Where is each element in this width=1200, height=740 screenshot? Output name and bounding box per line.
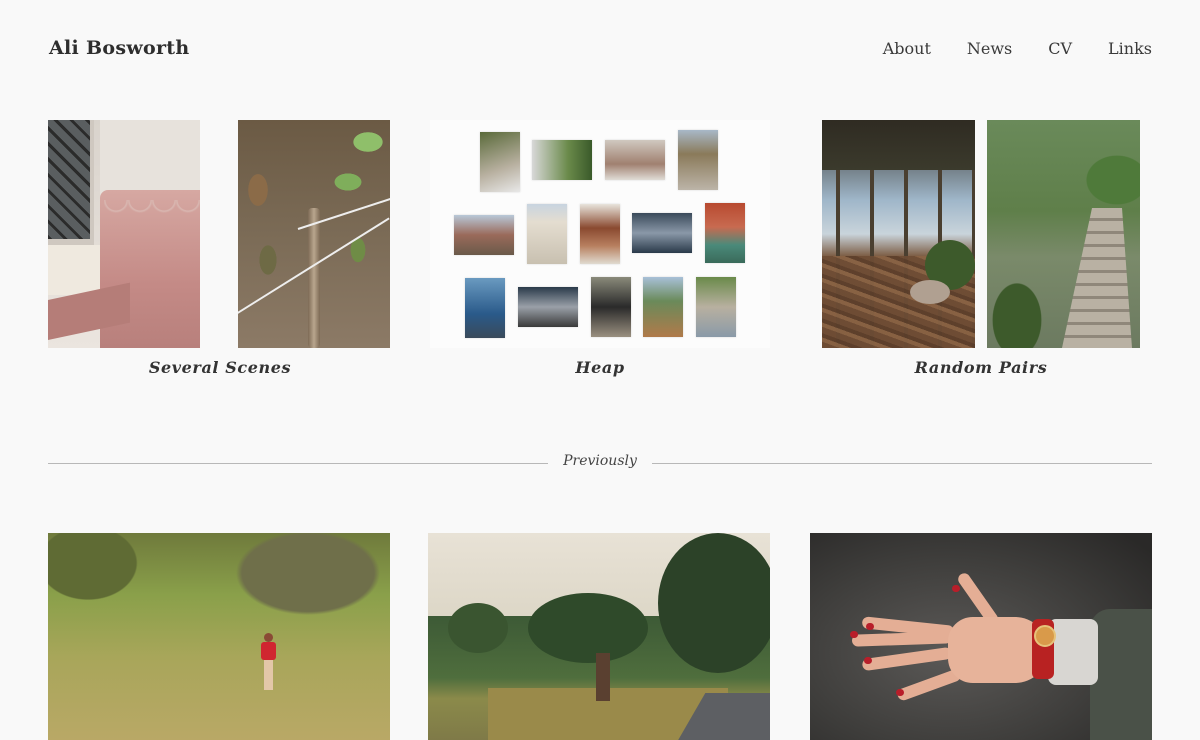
nail (866, 623, 874, 630)
heap-thumb (532, 140, 592, 180)
project-title-several-scenes[interactable]: Several Scenes (120, 358, 320, 377)
heap-thumb (480, 132, 520, 192)
heap-thumb (696, 277, 736, 337)
previous-project-photo-field[interactable] (48, 533, 390, 740)
random-pairs-photo-pines[interactable] (822, 120, 975, 348)
heap-thumb (605, 140, 665, 180)
previously-label: Previously (563, 453, 637, 469)
several-scenes-photo-plant[interactable] (238, 120, 390, 348)
tree-canopy (658, 533, 770, 673)
heap-thumb (632, 213, 692, 253)
several-scenes-photo-wall[interactable] (48, 120, 200, 348)
nav-links[interactable]: Links (1108, 39, 1152, 58)
scalloped-trim (104, 200, 200, 240)
watch-face (1034, 625, 1056, 647)
window-grille (48, 120, 94, 245)
sweater-cuff (1048, 619, 1098, 685)
previous-project-photo-hand[interactable] (810, 533, 1152, 740)
nail (864, 657, 872, 664)
heap-thumb (643, 277, 683, 337)
finger (861, 646, 953, 672)
nail (896, 689, 904, 696)
previous-project-photo-tree[interactable] (428, 533, 770, 740)
nail (952, 585, 960, 592)
divider-left (48, 463, 548, 464)
tree-trunk (596, 653, 610, 701)
heap-thumb (527, 204, 567, 264)
site-title[interactable]: Ali Bosworth (49, 37, 189, 59)
heap-thumb (465, 278, 505, 338)
tree-crown (528, 593, 648, 663)
project-title-heap[interactable]: Heap (500, 358, 700, 377)
nail (850, 631, 858, 638)
finger (851, 631, 953, 647)
nav-about[interactable]: About (883, 39, 931, 58)
heap-thumb (678, 130, 718, 190)
main-nav: About News CV Links (883, 39, 1152, 58)
heap-thumb (705, 203, 745, 263)
heap-thumb (454, 215, 514, 255)
heap-collage[interactable] (430, 120, 770, 348)
random-pairs-photo-steps[interactable] (987, 120, 1140, 348)
person-figure (259, 633, 277, 693)
heap-thumb (591, 277, 631, 337)
rock (910, 280, 950, 304)
project-title-random-pairs[interactable]: Random Pairs (881, 358, 1081, 377)
coat-sleeve (1090, 609, 1152, 740)
wooden-stake (308, 208, 320, 348)
divider-right (652, 463, 1152, 464)
nav-cv[interactable]: CV (1048, 39, 1072, 58)
heap-thumb (580, 204, 620, 264)
heap-thumb (518, 287, 578, 327)
window-sill (48, 245, 100, 295)
tree-canopy (448, 603, 508, 653)
nav-news[interactable]: News (967, 39, 1012, 58)
stone-steps (1062, 208, 1132, 348)
